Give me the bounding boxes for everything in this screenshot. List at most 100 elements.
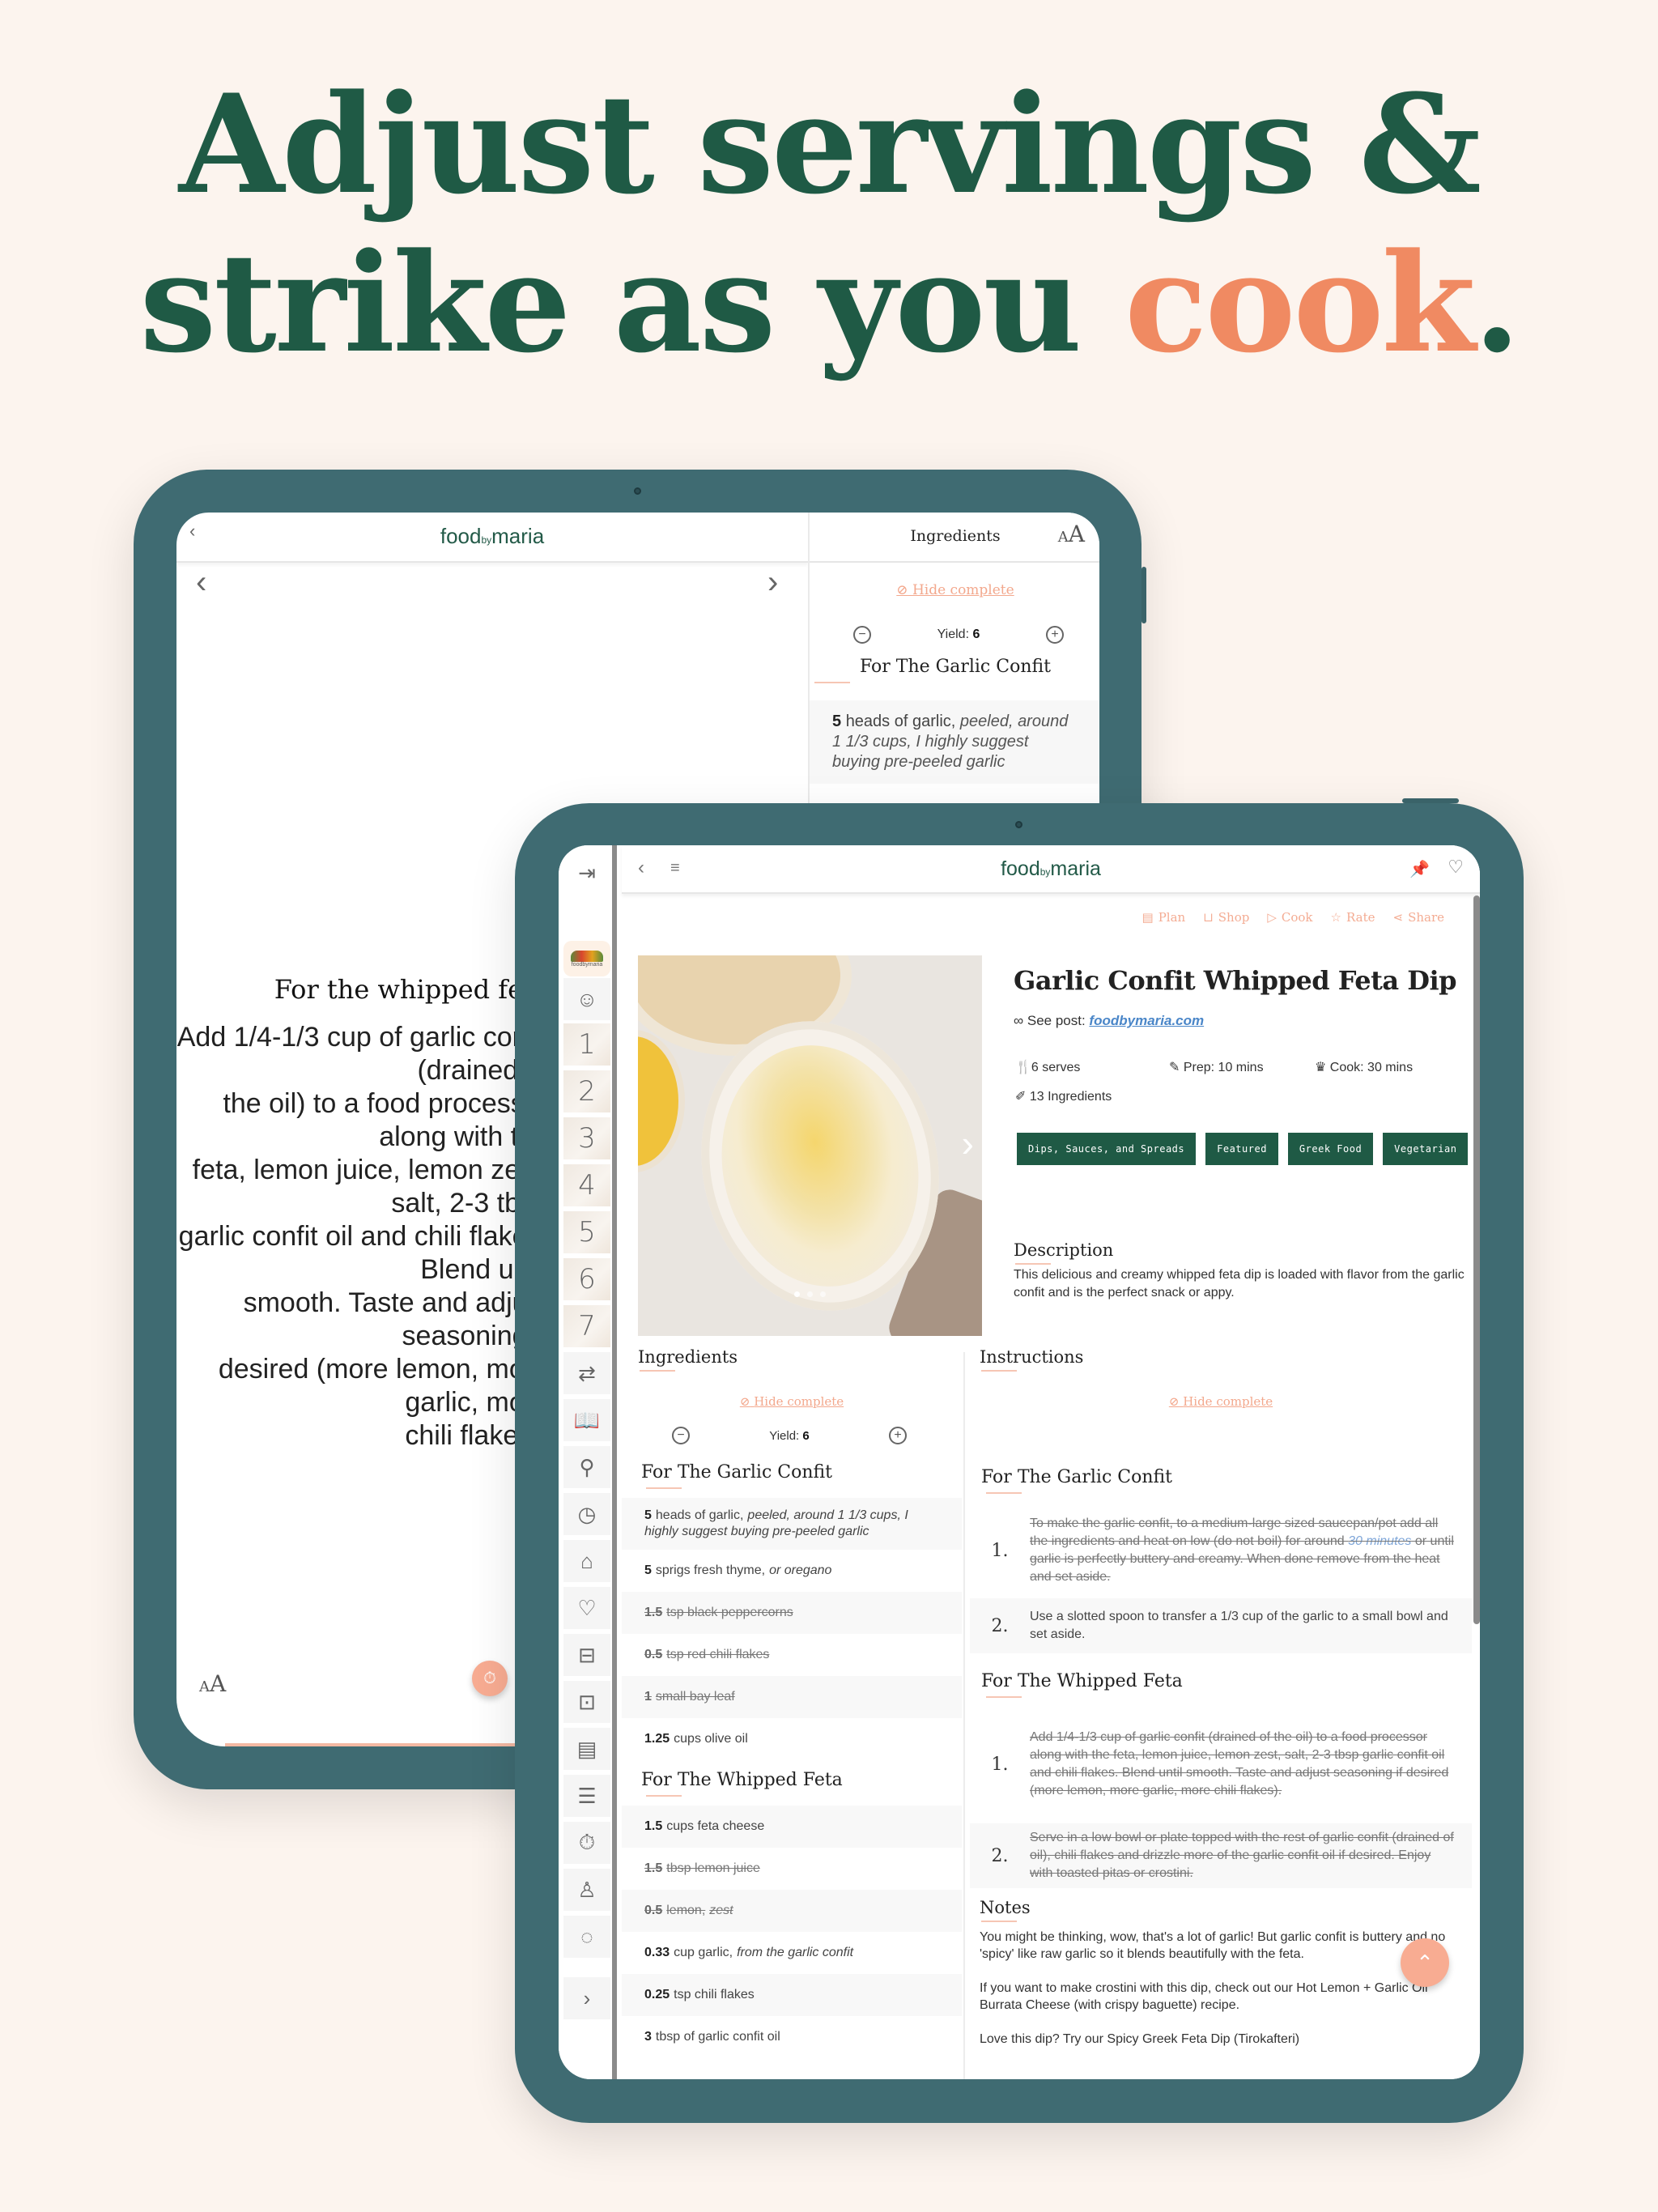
favorite-heart-icon[interactable]: ♡ <box>1448 857 1464 878</box>
carousel-dot[interactable] <box>807 1291 813 1297</box>
ingredient-item[interactable]: 5 heads of garlic, peeled, around 1 1/3 cu… <box>622 1498 962 1550</box>
chevron-up-icon: ⌃ <box>1416 1950 1434 1975</box>
recipe-tag[interactable]: Greek Food <box>1287 1133 1374 1165</box>
source-link[interactable]: foodbymaria.com <box>1089 1013 1204 1028</box>
notes-paragraph: Love this dip? Try our Spicy Greek Feta … <box>980 2032 1300 2046</box>
rail-logo-button[interactable]: foodbymaria <box>563 941 610 976</box>
calendar-icon: ▤ <box>1141 910 1154 925</box>
share-icon: ⋖ <box>1392 910 1404 925</box>
increase-yield-button[interactable]: + <box>888 1427 907 1444</box>
ingredient-quantity: 3 <box>644 2030 652 2044</box>
rail-item-calendar[interactable]: ▤ <box>563 1728 610 1770</box>
ingredient-item[interactable]: 0.5 tsp red chili flakes <box>622 1634 962 1676</box>
action-plan-button[interactable]: ▤ Plan <box>1142 910 1186 925</box>
rail-item-search[interactable]: ⚲ <box>563 1446 610 1488</box>
rail-item-chat[interactable]: ◌ <box>563 1916 610 1958</box>
ingredient-text: 0.5 lemon, zest <box>644 1903 733 1919</box>
increase-yield-button[interactable]: + <box>1045 626 1064 644</box>
action-label: Share <box>1408 910 1444 925</box>
rail-item-checklist[interactable]: ☰ <box>563 1775 610 1817</box>
ingredient-item[interactable]: 0.5 lemon, zest <box>622 1890 962 1932</box>
scroll-to-top-button[interactable]: ⌃ <box>1401 1938 1449 1987</box>
rail-item-swap[interactable]: ⇄ <box>563 1352 610 1394</box>
rail-recent-recipe-2[interactable]: 2 <box>563 1070 610 1112</box>
side-font-size-toggle[interactable]: AA <box>1058 521 1085 547</box>
recipe-tag[interactable]: Vegetarian <box>1383 1133 1469 1165</box>
ingredient-item[interactable]: 1.5 tbsp lemon juice <box>622 1848 962 1890</box>
column-divider <box>963 1352 965 2079</box>
ingredient-item[interactable]: 0.33 cup garlic, from the garlic confit <box>622 1932 962 1974</box>
ingredient-item[interactable]: 5 sprigs fresh thyme, or oregano <box>622 1550 962 1592</box>
rail-item-collapse-arrow[interactable]: ⇥ <box>563 852 610 894</box>
action-shop-button[interactable]: ⊔ Shop <box>1203 910 1249 925</box>
ingredient-item[interactable]: 3 tbsp of garlic confit oil <box>622 2016 962 2058</box>
camera-dot <box>1015 821 1022 828</box>
rail-item-timer[interactable]: ⏱ <box>563 1822 610 1864</box>
recipe-title: Garlic Confit Whipped Feta Dip <box>1014 965 1457 996</box>
hide-complete-link[interactable]: ⊘ Hide complete <box>810 582 1099 598</box>
eye-off-icon: ⊘ <box>739 1394 750 1409</box>
instruction-step[interactable]: 2. Use a slotted spoon to transfer a 1/3 … <box>970 1598 1472 1653</box>
instruction-step[interactable]: 1. Add 1/4-1/3 cup of garlic confit (drai… <box>970 1705 1472 1823</box>
ingredient-name: tsp red chili flakes <box>666 1648 770 1661</box>
rail-recent-recipe-1[interactable]: 1 <box>563 1023 610 1066</box>
timer-button[interactable]: ⏱ <box>472 1661 508 1696</box>
rail-item-expand-chevron[interactable]: › <box>563 1977 610 2019</box>
rail-item-tags[interactable]: ⌂ <box>563 1540 610 1582</box>
rail-item-profile[interactable]: ☺ <box>563 978 610 1020</box>
ingredient-item[interactable]: 1.5 cups feta cheese <box>622 1806 962 1848</box>
decrease-yield-button[interactable]: − <box>672 1427 690 1444</box>
side-panel-title: Ingredients <box>910 527 1001 545</box>
prev-step-button[interactable]: ‹ <box>196 564 206 601</box>
ingredients-hide-complete-link[interactable]: ⊘ Hide complete <box>622 1394 962 1409</box>
favorites-box-icon: ⊡ <box>578 1689 596 1714</box>
rail-item-favorites-box[interactable]: ⊡ <box>563 1681 610 1723</box>
carousel-dot[interactable] <box>820 1291 826 1297</box>
decrease-yield-button[interactable]: − <box>853 626 871 644</box>
rail-recent-recipe-3[interactable]: 3 <box>563 1117 610 1159</box>
instruction-step[interactable]: 2. Serve in a low bowl or plate topped wi… <box>970 1823 1472 1888</box>
recipe-image-carousel[interactable]: › <box>638 955 982 1336</box>
action-cook-button[interactable]: ▷ Cook <box>1267 910 1312 925</box>
pin-icon[interactable]: 📌 <box>1409 859 1430 879</box>
carousel-dot[interactable] <box>794 1291 800 1297</box>
ingredient-name: cups feta cheese <box>666 1819 765 1833</box>
rail-recent-recipe-4[interactable]: 4 <box>563 1164 610 1206</box>
ingredient-item[interactable]: 1.5 tsp black peppercorns <box>622 1592 962 1634</box>
play-icon: ▷ <box>1267 910 1277 925</box>
ingredient-item[interactable]: 5 heads of garlic, peeled, around 1 1/3 … <box>810 700 1099 784</box>
rail-recent-recipe-5[interactable]: 5 <box>563 1211 610 1253</box>
action-label: Plan <box>1158 910 1186 925</box>
action-share-button[interactable]: ⋖ Share <box>1392 910 1444 925</box>
ingredient-item[interactable]: 1.25 cups olive oil <box>622 1718 962 1760</box>
rail-item-chef[interactable]: ♙ <box>563 1869 610 1911</box>
font-size-toggle[interactable]: AA <box>199 1670 226 1697</box>
rail-item-heart[interactable]: ♡ <box>563 1587 610 1629</box>
ingredient-text: 0.5 tsp red chili flakes <box>644 1647 769 1663</box>
next-step-button[interactable]: › <box>767 564 778 601</box>
yield-stepper: − Yield: 6 + <box>853 626 1064 644</box>
recipe-tag[interactable]: Dips, Sauces, and Spreads <box>1017 1133 1197 1165</box>
rail-item-clock[interactable]: ◷ <box>563 1493 610 1535</box>
instruction-step[interactable]: 1. To make the garlic confit, to a medium… <box>970 1503 1472 1598</box>
headline-period: . <box>1473 223 1520 383</box>
rail-item-pantry[interactable]: ⊟ <box>563 1634 610 1676</box>
carousel-next-icon[interactable]: › <box>962 1121 974 1165</box>
instructions-hide-complete-link[interactable]: ⊘ Hide complete <box>970 1394 1472 1409</box>
scrollbar[interactable] <box>1473 895 1480 1624</box>
rail-recent-recipe-6[interactable]: 6 <box>563 1258 610 1300</box>
recipe-tag[interactable]: Featured <box>1205 1133 1278 1165</box>
rail-recent-recipe-7[interactable]: 7 <box>563 1305 610 1347</box>
ingredient-text: 5 heads of garlic, peeled, around 1 1/3 cu… <box>644 1508 939 1540</box>
action-rate-button[interactable]: ☆ Rate <box>1331 910 1375 925</box>
tags-icon: ⌂ <box>580 1548 593 1573</box>
rail-item-book[interactable]: 📖 <box>563 1399 610 1441</box>
ingredient-item[interactable]: 0.25 tsp chili flakes <box>622 1974 962 2016</box>
clock-icon: ◷ <box>577 1501 597 1526</box>
ingredient-text: 3 tbsp of garlic confit oil <box>644 2029 780 2045</box>
step-timer-link[interactable]: 30 minutes <box>1348 1534 1411 1548</box>
app-top-bar: ‹ ≡ foodbymaria 📌 ♡ <box>622 845 1480 894</box>
app-logo: foodbymaria <box>440 524 545 548</box>
ingredient-item[interactable]: 1 small bay leaf <box>622 1676 962 1718</box>
ingredient-name: small bay leaf <box>655 1690 735 1704</box>
